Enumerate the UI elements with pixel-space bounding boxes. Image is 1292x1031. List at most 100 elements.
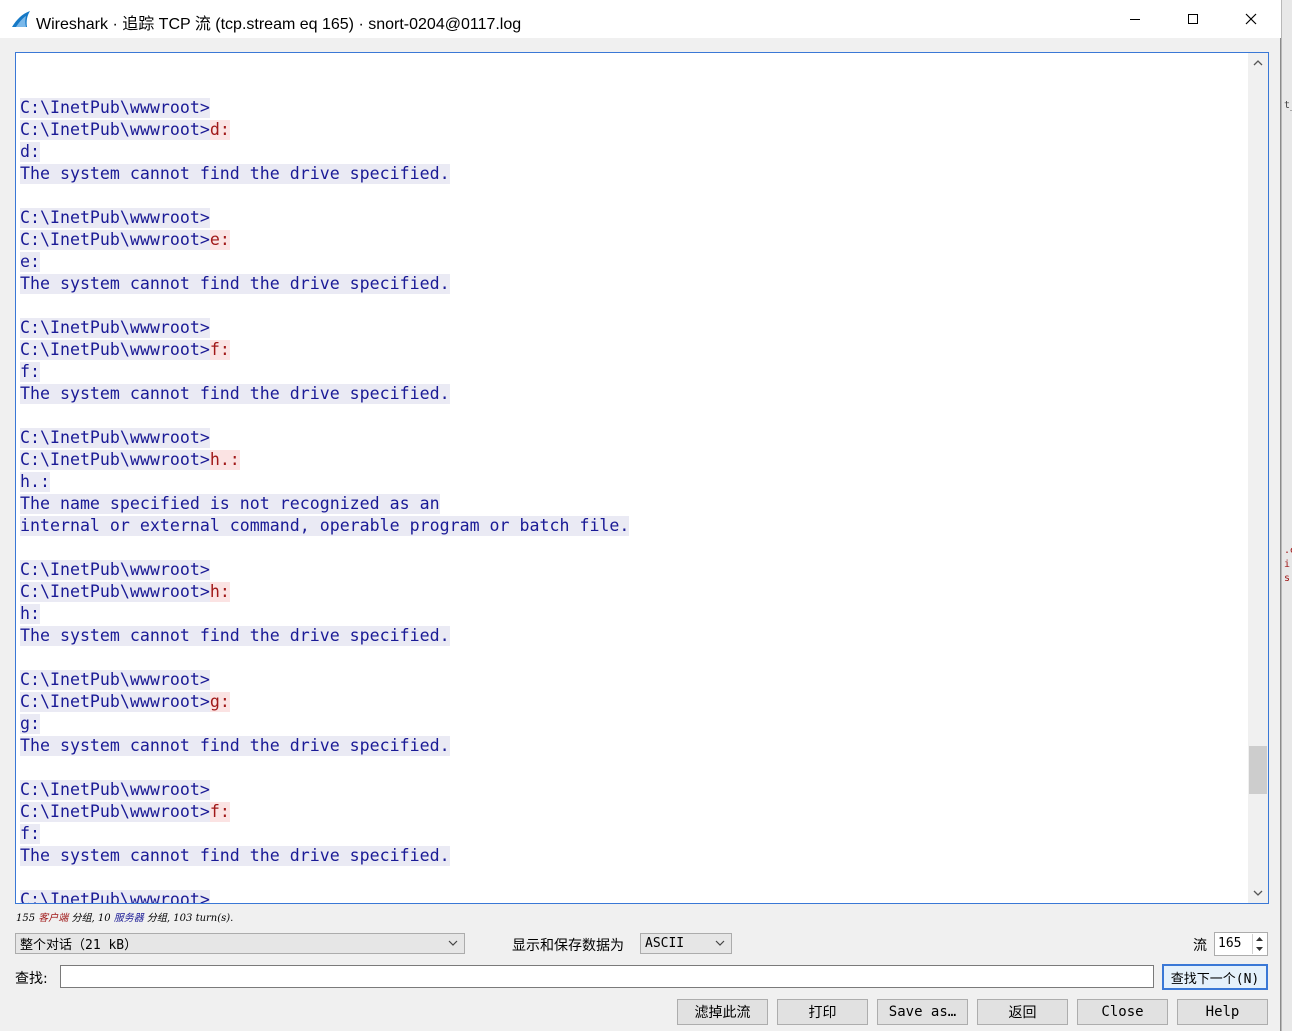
stream-line: C:\InetPub\wwwroot>f: — [20, 339, 1246, 361]
server-data-segment: C:\InetPub\wwwroot> — [20, 692, 210, 712]
spin-down-button[interactable] — [1253, 944, 1266, 954]
title-bar[interactable]: Wireshark · 追踪 TCP 流 (tcp.stream eq 165)… — [0, 0, 1281, 38]
server-data-segment: C:\InetPub\wwwroot> — [20, 120, 210, 140]
server-data-segment: C:\InetPub\wwwroot> — [20, 230, 210, 250]
stream-line — [20, 405, 1246, 427]
client-data-segment: g: — [209, 692, 230, 712]
server-data-segment: The system cannot find the drive specifi… — [20, 274, 450, 294]
client-data-segment: h: — [209, 582, 230, 602]
stream-line: C:\InetPub\wwwroot> — [20, 207, 1246, 229]
stream-statistics: 155 客户端 分组, 10 服务器 分组, 103 turn(s). — [16, 909, 233, 924]
server-data-segment: C:\InetPub\wwwroot> — [20, 450, 210, 470]
server-data-segment: C:\InetPub\wwwroot> — [20, 318, 210, 338]
server-data-segment: C:\InetPub\wwwroot> — [20, 670, 210, 690]
background-window-edge: t_ .e i. s. — [1281, 0, 1292, 1031]
stream-text-area[interactable]: C:\InetPub\wwwroot> C:\InetPub\wwwroot>d:… — [15, 52, 1269, 904]
scroll-down-button[interactable] — [1248, 883, 1268, 903]
stream-line: The system cannot find the drive specifi… — [20, 163, 1246, 185]
stream-number-value: 165 — [1218, 936, 1242, 951]
stream-line: C:\InetPub\wwwroot> — [20, 97, 1246, 119]
stream-line: d: — [20, 141, 1246, 163]
find-input[interactable] — [60, 965, 1154, 988]
server-data-segment: f: — [20, 362, 40, 382]
minimize-button[interactable] — [1106, 0, 1164, 38]
stream-line: C:\InetPub\wwwroot> — [20, 559, 1246, 581]
packets-separator-2: 分组, — [143, 913, 174, 924]
back-button[interactable]: 返回 — [977, 999, 1068, 1025]
client-data-segment: e: — [209, 230, 230, 250]
stream-line: C:\InetPub\wwwroot> — [20, 779, 1246, 801]
chevron-down-icon — [1253, 890, 1263, 896]
stream-line: C:\InetPub\wwwroot>d: — [20, 119, 1246, 141]
stream-line: internal or external command, operable p… — [20, 515, 1246, 537]
server-data-segment: C:\InetPub\wwwroot> — [20, 560, 210, 580]
stream-number-spinbox[interactable]: 165 — [1214, 932, 1268, 956]
server-packet-count: 10 — [97, 913, 111, 924]
find-label: 查找: — [15, 971, 48, 987]
triangle-down-icon — [1256, 947, 1263, 951]
server-data-segment: C:\InetPub\wwwroot> — [20, 802, 210, 822]
stream-content[interactable]: C:\InetPub\wwwroot> C:\InetPub\wwwroot>d:… — [20, 75, 1246, 903]
server-data-segment: The system cannot find the drive specifi… — [20, 626, 450, 646]
server-data-segment: C:\InetPub\wwwroot> — [20, 208, 210, 228]
stream-line: The system cannot find the drive specifi… — [20, 273, 1246, 295]
close-window-button[interactable] — [1222, 0, 1280, 38]
server-data-segment: The system cannot find the drive specifi… — [20, 736, 450, 756]
server-data-segment: f: — [20, 824, 40, 844]
stream-line: The system cannot find the drive specifi… — [20, 845, 1246, 867]
server-data-segment: The name specified is not recognized as … — [20, 494, 440, 514]
stream-line — [20, 647, 1246, 669]
server-data-segment: g: — [20, 714, 40, 734]
minimize-icon — [1130, 19, 1140, 20]
print-button[interactable]: 打印 — [777, 999, 868, 1025]
stream-line — [20, 185, 1246, 207]
spin-up-button[interactable] — [1253, 934, 1266, 944]
close-icon — [1245, 13, 1257, 25]
stream-line — [20, 757, 1246, 779]
client-packet-count: 155 — [16, 913, 36, 924]
server-data-segment: C:\InetPub\wwwroot> — [20, 582, 210, 602]
conversation-select-value: 整个对话（21 kB） — [20, 938, 138, 953]
vertical-scrollbar[interactable] — [1248, 53, 1268, 903]
stream-line: g: — [20, 713, 1246, 735]
maximize-button[interactable] — [1164, 0, 1222, 38]
chevron-up-icon — [1253, 60, 1263, 66]
follow-tcp-stream-dialog: Wireshark · 追踪 TCP 流 (tcp.stream eq 165)… — [0, 0, 1281, 1031]
server-data-segment: The system cannot find the drive specifi… — [20, 384, 450, 404]
stream-line: The system cannot find the drive specifi… — [20, 383, 1246, 405]
stream-line: C:\InetPub\wwwroot>h: — [20, 581, 1246, 603]
format-select-value: ASCII — [645, 936, 685, 951]
server-label: 服务器 — [113, 913, 144, 924]
client-label: 客户端 — [38, 913, 69, 924]
server-data-segment: C:\InetPub\wwwroot> — [20, 428, 210, 448]
window-title: Wireshark · 追踪 TCP 流 (tcp.stream eq 165)… — [36, 16, 522, 33]
stream-number-label: 流 — [1193, 938, 1207, 954]
server-data-segment: h.: — [20, 472, 50, 492]
save-as-button[interactable]: Save as… — [877, 999, 968, 1025]
server-data-segment: internal or external command, operable p… — [20, 516, 630, 536]
wireshark-fin-icon — [12, 11, 30, 27]
conversation-select[interactable]: 整个对话（21 kB） — [15, 933, 465, 954]
stream-line: e: — [20, 251, 1246, 273]
triangle-up-icon — [1256, 937, 1263, 941]
client-data-segment: f: — [209, 340, 230, 360]
filter-out-stream-button[interactable]: 滤掉此流 — [677, 999, 768, 1025]
find-next-button[interactable]: 查找下一个(N) — [1162, 964, 1268, 990]
help-button[interactable]: Help — [1177, 999, 1268, 1025]
packets-separator: 分组, — [68, 913, 98, 924]
client-data-segment: h.: — [209, 450, 240, 470]
scrollbar-thumb[interactable] — [1249, 746, 1267, 794]
format-select[interactable]: ASCII — [640, 933, 732, 954]
server-data-segment: C:\InetPub\wwwroot> — [20, 890, 210, 903]
server-data-segment: e: — [20, 252, 40, 272]
stream-line: C:\InetPub\wwwroot>f: — [20, 801, 1246, 823]
stream-line: C:\InetPub\wwwroot> — [20, 427, 1246, 449]
format-label: 显示和保存数据为 — [512, 938, 624, 954]
maximize-icon — [1188, 14, 1198, 24]
turn-count: 103 turn(s). — [173, 913, 234, 924]
stream-line: C:\InetPub\wwwroot>g: — [20, 691, 1246, 713]
stream-line: f: — [20, 823, 1246, 845]
stream-line — [20, 867, 1246, 889]
scroll-up-button[interactable] — [1248, 53, 1268, 73]
close-button[interactable]: Close — [1077, 999, 1168, 1025]
